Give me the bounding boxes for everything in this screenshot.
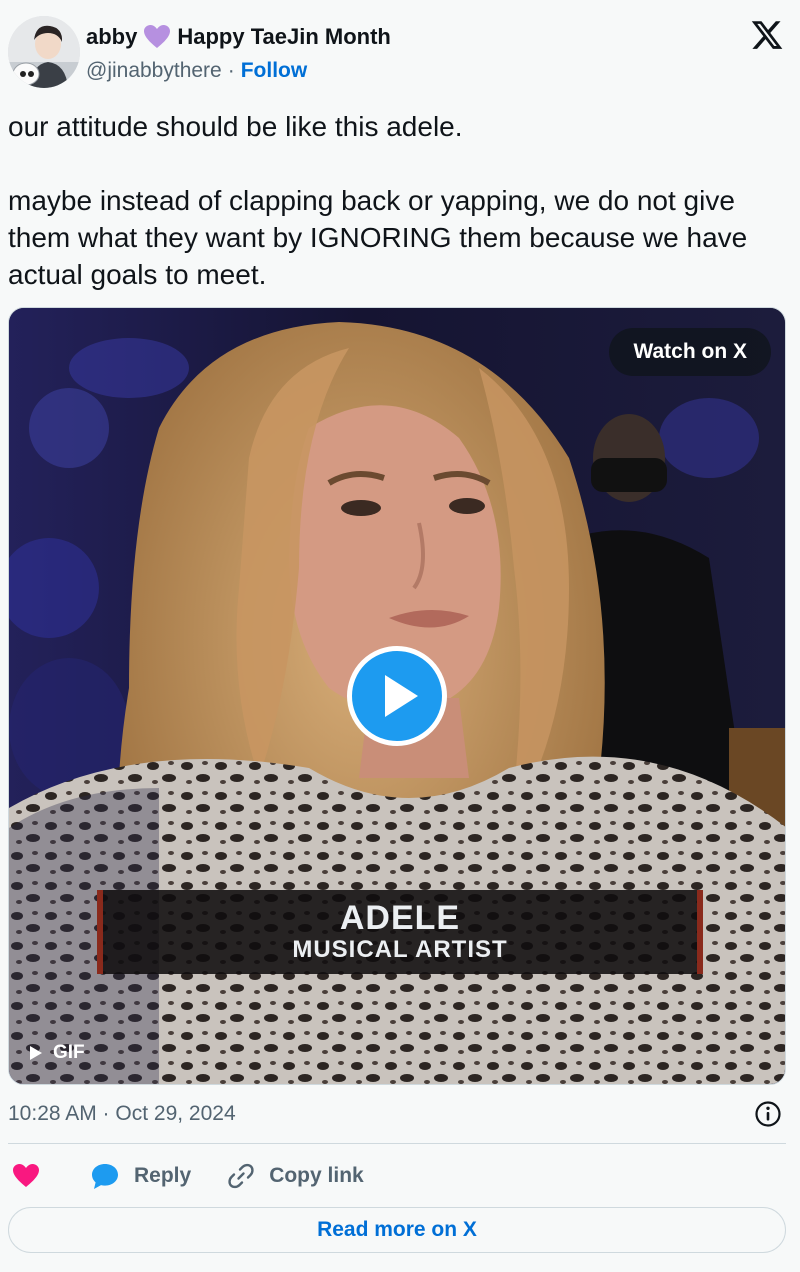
avatar[interactable] [8,16,80,88]
like-button[interactable] [12,1163,40,1189]
play-icon [385,675,418,717]
copy-link-label: Copy link [269,1164,364,1187]
author-display-name: abby [86,24,138,49]
link-icon [228,1163,254,1189]
copy-link-button[interactable]: Copy link [227,1162,364,1190]
tweet-paragraph: maybe instead of clapping back or yappin… [8,185,748,290]
author-handle[interactable]: @jinabbythere [86,59,222,83]
embedded-tweet: abby Happy TaeJin Month @jinabbythere · … [0,0,800,1272]
purple-heart-icon [143,24,171,50]
reply-label: Reply [134,1164,192,1187]
heart-icon [13,1164,39,1187]
caption-role: MUSICAL ARTIST [292,936,508,963]
reply-button[interactable]: Reply [90,1162,191,1190]
author-name-row[interactable]: abby Happy TaeJin Month [86,22,391,52]
tweet-text: our attitude should be like this adele. … [8,108,792,293]
author-name-suffix: Happy TaeJin Month [177,24,391,49]
info-icon[interactable] [754,1100,782,1128]
x-logo-icon[interactable] [750,18,784,52]
gif-label: GIF [53,1042,85,1063]
avatar-image [8,16,80,88]
gif-media[interactable]: ADELE MUSICAL ARTIST Watch on X GIF [8,307,786,1085]
play-button[interactable] [347,646,447,746]
watch-on-x-button[interactable]: Watch on X [609,328,771,376]
lower-third-caption: ADELE MUSICAL ARTIST [97,890,703,974]
read-more-button[interactable]: Read more on X [8,1207,786,1253]
action-bar: Reply Copy link [12,1158,364,1194]
small-play-icon [30,1046,42,1060]
divider [8,1143,786,1144]
tweet-paragraph: our attitude should be like this adele. [8,111,463,142]
follow-link[interactable]: Follow [241,59,308,83]
tweet-timestamp[interactable]: 10:28 AM · Oct 29, 2024 [8,1099,236,1129]
handle-separator: · [227,59,235,82]
reply-bubble-icon [92,1164,118,1189]
caption-name: ADELE [339,899,461,937]
gif-badge: GIF [29,1038,85,1068]
author-handle-row: @jinabbythere · Follow [86,57,307,85]
